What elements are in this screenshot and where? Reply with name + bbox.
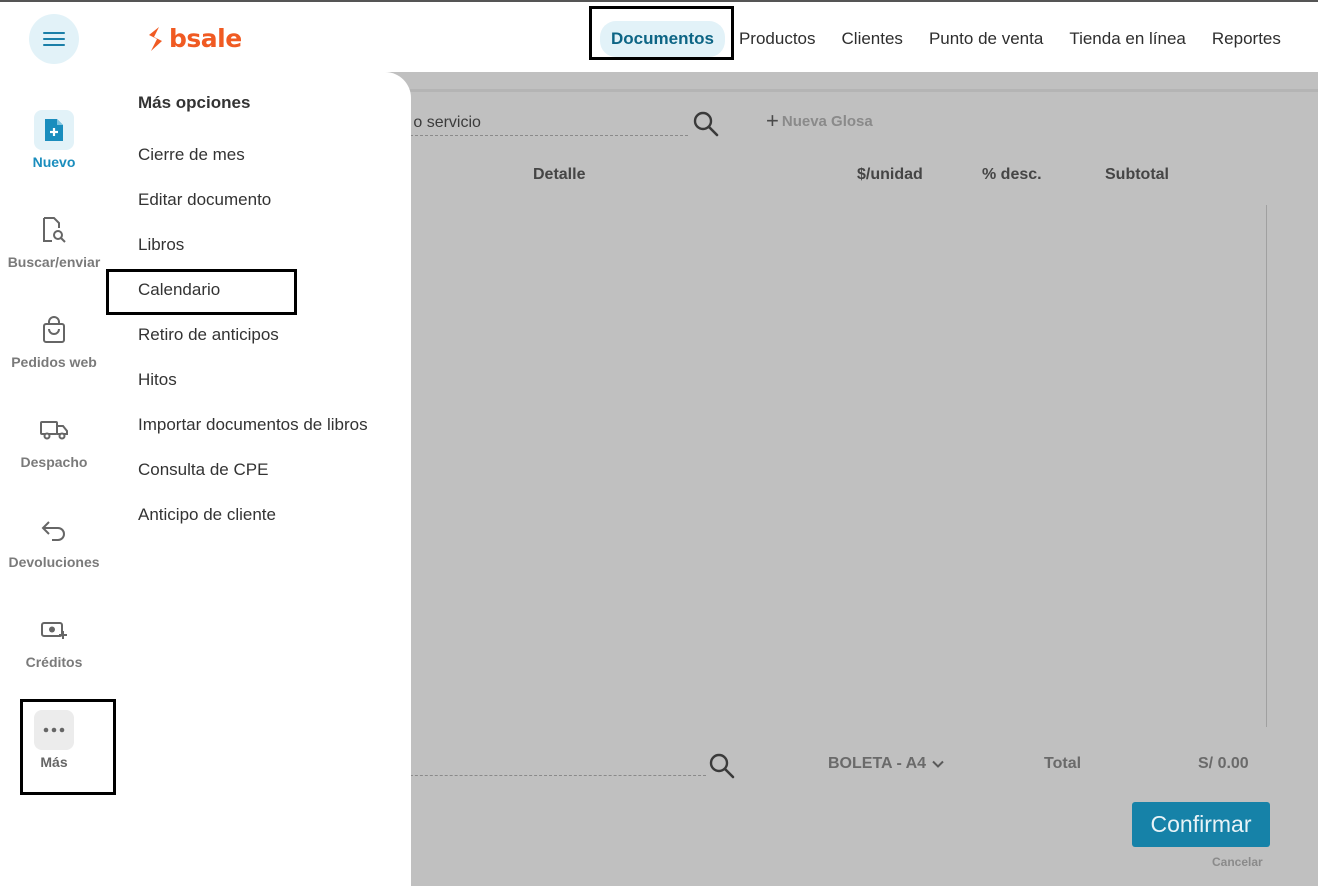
search-icon[interactable] [692, 110, 720, 143]
column-header-unit-price: $/unidad [857, 166, 923, 183]
sidebar-item-creditos[interactable]: Créditos [0, 610, 108, 670]
sidebar: Nuevo Buscar/enviar Pedidos web Despacho… [0, 72, 108, 886]
top-bar: bsale Documentos Productos Clientes Punt… [0, 0, 1318, 72]
menu-item-calendario[interactable]: Calendario [138, 280, 220, 300]
nav-productos[interactable]: Productos [739, 29, 816, 49]
nav-tienda-en-linea[interactable]: Tienda en línea [1069, 29, 1186, 49]
product-search-input[interactable]: o o servicio [400, 114, 481, 132]
hamburger-icon [43, 32, 65, 47]
menu-item-anticipo-de-cliente[interactable]: Anticipo de cliente [138, 505, 276, 525]
column-header-discount: % desc. [982, 166, 1042, 183]
plus-icon: + [766, 108, 779, 133]
shopping-bag-icon [34, 310, 74, 350]
nav-punto-de-venta[interactable]: Punto de venta [929, 29, 1043, 49]
nav-reportes[interactable]: Reportes [1212, 29, 1281, 49]
menu-toggle-button[interactable] [29, 14, 79, 64]
document-type-select[interactable]: BOLETA - A4 [828, 755, 944, 773]
confirm-button[interactable]: Confirmar [1132, 802, 1270, 847]
cancel-link[interactable]: Cancelar [1212, 855, 1263, 869]
new-line-label: Nueva Glosa [781, 112, 873, 130]
nav-clientes[interactable]: Clientes [842, 29, 903, 49]
total-label: Total [1044, 755, 1082, 772]
sidebar-item-label: Nuevo [32, 154, 76, 170]
chevron-down-icon [932, 755, 944, 773]
menu-item-retiro-de-anticipos[interactable]: Retiro de anticipos [138, 325, 279, 345]
search-icon[interactable] [708, 752, 736, 785]
total-value: S/ 0.00 [1198, 755, 1249, 772]
document-type-value: BOLETA - A4 [828, 755, 927, 772]
money-plus-icon [34, 610, 74, 650]
return-arrow-icon [34, 510, 74, 550]
brand-name: bsale [169, 24, 242, 53]
column-header-detail: Detalle [533, 166, 586, 183]
menu-item-consulta-de-cpe[interactable]: Consulta de CPE [138, 460, 268, 480]
document-plus-icon [34, 110, 74, 150]
menu-item-editar-documento[interactable]: Editar documento [138, 190, 271, 210]
sidebar-item-label: Despacho [20, 454, 88, 470]
brand-logo[interactable]: bsale [146, 24, 242, 53]
divider [400, 135, 688, 136]
sidebar-item-nuevo[interactable]: Nuevo [0, 110, 108, 170]
top-navigation: Documentos Productos Clientes Punto de v… [600, 16, 1307, 62]
sidebar-item-label: Créditos [25, 654, 83, 670]
menu-item-cierre-de-mes[interactable]: Cierre de mes [138, 145, 245, 165]
sidebar-item-label: Devoluciones [8, 554, 100, 570]
sidebar-item-pedidos-web[interactable]: Pedidos web [0, 310, 108, 370]
column-header-subtotal: Subtotal [1105, 166, 1169, 183]
sidebar-item-mas[interactable]: Más [0, 710, 108, 770]
bsale-logo-icon [146, 26, 164, 52]
client-search-input[interactable] [400, 775, 706, 776]
new-line-button[interactable]: + Nueva Glosa [766, 108, 873, 133]
nav-documentos[interactable]: Documentos [600, 21, 725, 57]
sidebar-item-devoluciones[interactable]: Devoluciones [0, 510, 108, 570]
truck-icon [34, 410, 74, 450]
sidebar-item-label: Pedidos web [11, 354, 97, 370]
menu-item-importar-documentos-de-libros[interactable]: Importar documentos de libros [138, 415, 368, 435]
scrollbar-track [1266, 205, 1267, 727]
more-options-menu: Más opciones Cierre de mes Editar docume… [108, 72, 411, 886]
document-search-icon [34, 210, 74, 250]
sidebar-item-buscar-enviar[interactable]: Buscar/enviar [0, 210, 108, 270]
sidebar-item-label: Buscar/enviar [7, 254, 101, 270]
sidebar-item-despacho[interactable]: Despacho [0, 410, 108, 470]
sidebar-item-label: Más [40, 754, 68, 770]
menu-item-libros[interactable]: Libros [138, 235, 184, 255]
more-options-title: Más opciones [138, 93, 251, 112]
app-root: o o servicio + Nueva Glosa Detalle $/uni… [0, 0, 1318, 886]
menu-item-hitos[interactable]: Hitos [138, 370, 177, 390]
more-dots-icon [34, 710, 74, 750]
